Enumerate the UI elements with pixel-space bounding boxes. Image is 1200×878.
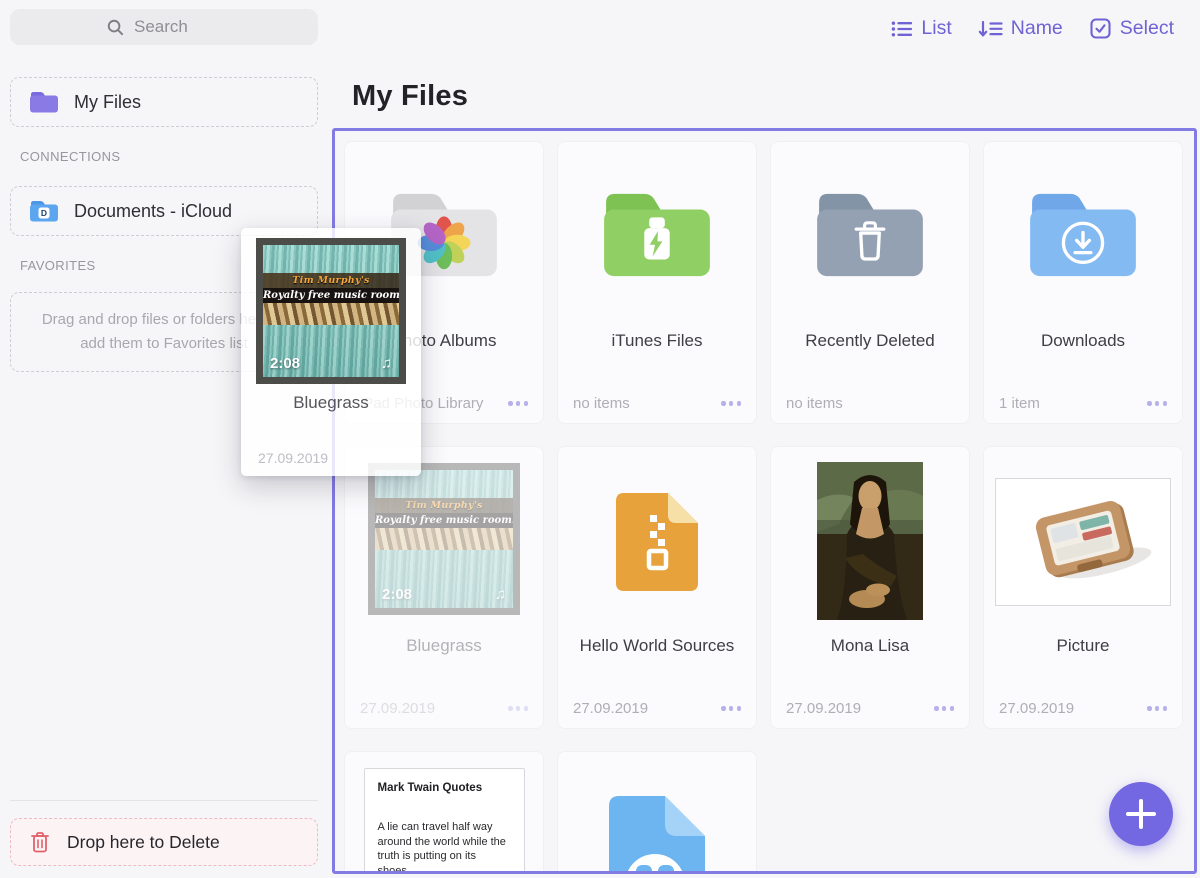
add-button[interactable] xyxy=(1109,782,1173,846)
sidebar-item-my-files[interactable]: My Files xyxy=(10,77,318,127)
file-card-mona-lisa[interactable]: Mona Lisa 27.09.2019 xyxy=(770,446,970,729)
search-bar[interactable] xyxy=(10,9,318,45)
view-toolbar: List Name Select xyxy=(890,17,1174,40)
delete-dropzone[interactable]: Drop here to Delete xyxy=(10,818,318,866)
drag-preview-title: Bluegrass xyxy=(241,393,421,413)
album-art-credit: Tim Murphy's xyxy=(375,498,513,513)
select-label: Select xyxy=(1120,17,1174,40)
file-name: Mona Lisa xyxy=(777,636,963,656)
album-art-guitar-strip xyxy=(375,528,513,550)
document-title: Mark Twain Quotes xyxy=(378,782,511,794)
sidebar-item-label: Documents - iCloud xyxy=(74,201,232,222)
favorites-header: FAVORITES xyxy=(20,258,96,273)
file-name: iTunes Files xyxy=(564,331,750,351)
documents-badge-letter: D xyxy=(41,208,47,218)
trash-icon xyxy=(29,830,51,854)
video-file-icon xyxy=(609,792,705,874)
list-view-label: List xyxy=(921,17,951,40)
checkbox-icon xyxy=(1089,17,1112,40)
trash-folder-icon xyxy=(811,188,929,282)
file-name: Bluegrass xyxy=(351,636,537,656)
drag-preview-bluegrass: Tim Murphy's Royalty free music room.com… xyxy=(241,228,421,476)
page-title: My Files xyxy=(352,80,468,113)
more-icon[interactable] xyxy=(506,397,530,409)
sort-by-name-button[interactable]: Name xyxy=(978,17,1063,40)
file-name: Picture xyxy=(990,636,1176,656)
more-icon[interactable] xyxy=(932,702,956,714)
file-name: Hello World Sources xyxy=(564,636,750,656)
select-button[interactable]: Select xyxy=(1089,17,1174,40)
file-subtitle: 27.09.2019 xyxy=(573,700,648,717)
file-card-recently-deleted[interactable]: Recently Deleted no items xyxy=(770,141,970,424)
duration-badge: 2:08 xyxy=(270,355,300,372)
file-card-hello-world-sources[interactable]: Hello World Sources 27.09.2019 xyxy=(557,446,757,729)
document-preview: Mark Twain Quotes A lie can travel half … xyxy=(364,768,525,874)
sort-descending-icon xyxy=(978,18,1003,40)
album-art-guitar-strip xyxy=(263,303,399,325)
file-subtitle: 1 item xyxy=(999,395,1040,412)
search-input[interactable] xyxy=(132,16,222,38)
mona-lisa-thumbnail xyxy=(817,462,923,620)
album-art: Tim Murphy's Royalty free music room.com… xyxy=(368,463,520,615)
list-icon xyxy=(890,18,913,40)
usb-folder-icon xyxy=(598,188,716,282)
sort-by-name-label: Name xyxy=(1011,17,1063,40)
more-icon[interactable] xyxy=(1145,397,1169,409)
file-subtitle: no items xyxy=(786,395,843,412)
file-subtitle: 27.09.2019 xyxy=(360,700,435,717)
file-card-video[interactable] xyxy=(557,751,757,874)
connections-header: CONNECTIONS xyxy=(20,149,120,164)
file-name: Recently Deleted xyxy=(777,331,963,351)
file-card-mark-twain-quotes[interactable]: Mark Twain Quotes A lie can travel half … xyxy=(344,751,544,874)
more-icon[interactable] xyxy=(719,702,743,714)
file-subtitle: 27.09.2019 xyxy=(999,700,1074,717)
sidebar-item-label: My Files xyxy=(74,92,141,113)
file-name: Downloads xyxy=(990,331,1176,351)
icloud-folder-icon: D xyxy=(29,199,59,223)
duration-badge: 2:08 xyxy=(382,586,412,603)
drag-preview-date: 27.09.2019 xyxy=(258,450,328,466)
file-card-picture[interactable]: Picture 27.09.2019 xyxy=(983,446,1183,729)
download-folder-icon xyxy=(1024,188,1142,282)
file-subtitle: 27.09.2019 xyxy=(786,700,861,717)
more-icon[interactable] xyxy=(506,702,530,714)
file-subtitle: no items xyxy=(573,395,630,412)
delete-dropzone-label: Drop here to Delete xyxy=(67,832,220,853)
search-icon xyxy=(106,18,125,37)
file-card-itunes-files[interactable]: iTunes Files no items xyxy=(557,141,757,424)
file-card-bluegrass-ghost[interactable]: Tim Murphy's Royalty free music room.com… xyxy=(344,446,544,729)
music-note-icon xyxy=(381,355,392,373)
list-view-button[interactable]: List xyxy=(890,17,951,40)
divider xyxy=(10,800,318,801)
file-grid-drop-target[interactable]: Photo Albums iPad Photo Library iTunes F… xyxy=(332,128,1197,874)
more-icon[interactable] xyxy=(719,397,743,409)
album-art-credit: Tim Murphy's xyxy=(263,273,399,288)
music-note-icon xyxy=(495,586,506,604)
album-art-title: Royalty free music room.com xyxy=(263,288,399,303)
document-body: A lie can travel half way around the wor… xyxy=(378,820,511,874)
more-icon[interactable] xyxy=(1145,702,1169,714)
album-art: Tim Murphy's Royalty free music room.com… xyxy=(256,238,406,384)
file-card-downloads[interactable]: Downloads 1 item xyxy=(983,141,1183,424)
album-art-title: Royalty free music room.com xyxy=(375,513,513,528)
folder-icon xyxy=(29,90,59,114)
picture-thumbnail xyxy=(995,478,1171,606)
zip-file-icon xyxy=(616,489,698,595)
